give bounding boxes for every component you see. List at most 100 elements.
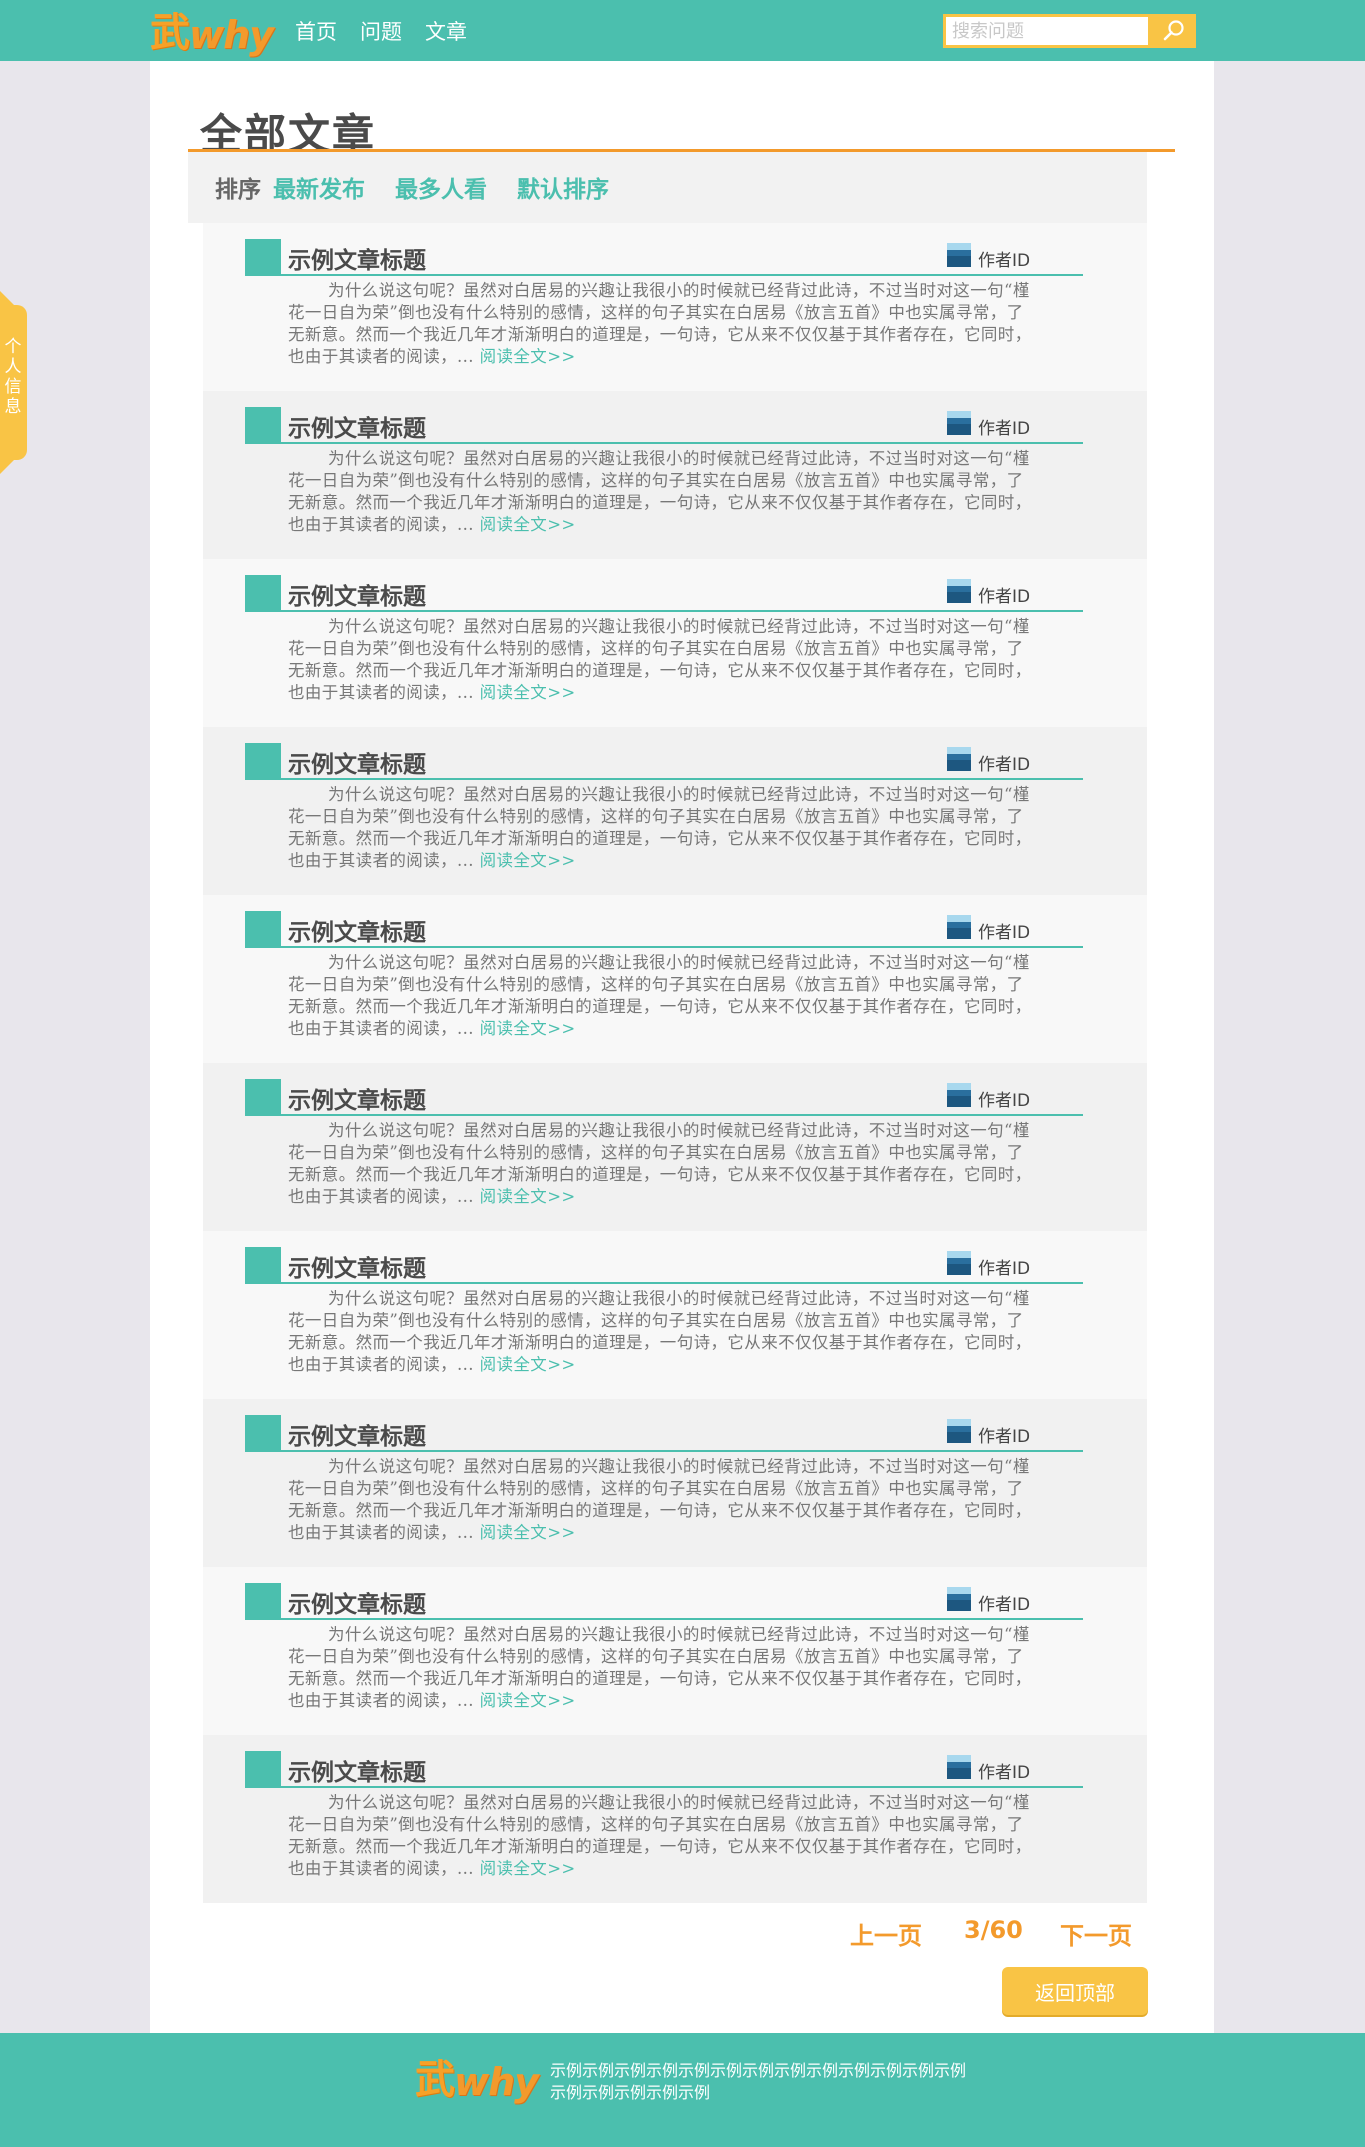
article-marker <box>245 1583 281 1619</box>
article-title[interactable]: 示例文章标题 <box>288 409 426 443</box>
article-marker <box>245 1415 281 1451</box>
read-more-link[interactable]: 阅读全文>> <box>480 1691 576 1710</box>
article-divider <box>245 778 1083 780</box>
nav-articles[interactable]: 文章 <box>425 16 467 46</box>
footer-text: 示例示例示例示例示例示例示例示例示例示例示例示例示例示例示例示例示例示例 <box>550 2061 967 2102</box>
article-title[interactable]: 示例文章标题 <box>288 913 426 947</box>
article-marker <box>245 911 281 947</box>
article-item[interactable]: 示例文章标题 作者ID 为什么说这句呢？虽然对白居易的兴趣让我很小的时候就已经背过此… <box>203 1735 1147 1903</box>
back-to-top-button[interactable]: 返回顶部 <box>1002 1967 1148 2015</box>
article-item[interactable]: 示例文章标题 作者ID 为什么说这句呢？虽然对白居易的兴趣让我很小的时候就已经背过此… <box>203 727 1147 895</box>
author-avatar-icon <box>947 915 971 939</box>
page-indicator: 3/60 <box>964 1916 1023 1944</box>
article-marker <box>245 575 281 611</box>
article-excerpt: 为什么说这句呢？虽然对白居易的兴趣让我很小的时候就已经背过此诗，不过当时对这一句… <box>288 280 1036 368</box>
article-divider <box>245 274 1083 276</box>
article-excerpt-text: 为什么说这句呢？虽然对白居易的兴趣让我很小的时候就已经背过此诗，不过当时对这一句… <box>288 1625 1032 1710</box>
article-title[interactable]: 示例文章标题 <box>288 1417 426 1451</box>
main-nav: 首页 问题 文章 <box>295 0 490 61</box>
author-id[interactable]: 作者ID <box>978 750 1030 775</box>
author-id[interactable]: 作者ID <box>978 1758 1030 1783</box>
author-avatar-icon <box>947 1083 971 1107</box>
author-id[interactable]: 作者ID <box>978 918 1030 943</box>
article-title[interactable]: 示例文章标题 <box>288 745 426 779</box>
article-divider <box>245 946 1083 948</box>
site-logo[interactable]: 武 why <box>150 4 274 58</box>
article-title[interactable]: 示例文章标题 <box>288 241 426 275</box>
read-more-link[interactable]: 阅读全文>> <box>480 683 576 702</box>
article-excerpt: 为什么说这句呢？虽然对白居易的兴趣让我很小的时候就已经背过此诗，不过当时对这一句… <box>288 1792 1036 1880</box>
read-more-link[interactable]: 阅读全文>> <box>480 1019 576 1038</box>
article-excerpt: 为什么说这句呢？虽然对白居易的兴趣让我很小的时候就已经背过此诗，不过当时对这一句… <box>288 616 1036 704</box>
article-item[interactable]: 示例文章标题 作者ID 为什么说这句呢？虽然对白居易的兴趣让我很小的时候就已经背过此… <box>203 559 1147 727</box>
author-avatar-icon <box>947 747 971 771</box>
author-id[interactable]: 作者ID <box>978 1590 1030 1615</box>
personal-info-label: 个人信息 <box>4 337 22 417</box>
article-excerpt: 为什么说这句呢？虽然对白居易的兴趣让我很小的时候就已经背过此诗，不过当时对这一句… <box>288 448 1036 536</box>
read-more-link[interactable]: 阅读全文>> <box>480 515 576 534</box>
article-excerpt-text: 为什么说这句呢？虽然对白居易的兴趣让我很小的时候就已经背过此诗，不过当时对这一句… <box>288 1457 1032 1542</box>
logo-why: why <box>189 13 274 57</box>
author-avatar-icon <box>947 1419 971 1443</box>
author-id[interactable]: 作者ID <box>978 414 1030 439</box>
sort-default[interactable]: 默认排序 <box>517 170 609 204</box>
article-excerpt: 为什么说这句呢？虽然对白居易的兴趣让我很小的时候就已经背过此诗，不过当时对这一句… <box>288 1456 1036 1544</box>
author-avatar-icon <box>947 1587 971 1611</box>
nav-home[interactable]: 首页 <box>295 16 337 46</box>
article-title[interactable]: 示例文章标题 <box>288 1753 426 1787</box>
search-icon <box>1163 20 1184 41</box>
article-divider <box>245 442 1083 444</box>
article-title[interactable]: 示例文章标题 <box>288 1585 426 1619</box>
article-title[interactable]: 示例文章标题 <box>288 1081 426 1115</box>
nav-questions[interactable]: 问题 <box>360 16 402 46</box>
article-item[interactable]: 示例文章标题 作者ID 为什么说这句呢？虽然对白居易的兴趣让我很小的时候就已经背过此… <box>203 1063 1147 1231</box>
search-button[interactable] <box>1151 14 1196 48</box>
article-excerpt: 为什么说这句呢？虽然对白居易的兴趣让我很小的时候就已经背过此诗，不过当时对这一句… <box>288 1288 1036 1376</box>
sort-most-viewed[interactable]: 最多人看 <box>395 170 487 204</box>
article-item[interactable]: 示例文章标题 作者ID 为什么说这句呢？虽然对白居易的兴趣让我很小的时候就已经背过此… <box>203 1567 1147 1735</box>
author-avatar-icon <box>947 579 971 603</box>
sort-bar: 排序 最新发布 最多人看 默认排序 <box>188 152 1147 223</box>
read-more-link[interactable]: 阅读全文>> <box>480 851 576 870</box>
author-avatar-icon <box>947 1251 971 1275</box>
article-marker <box>245 1247 281 1283</box>
article-title[interactable]: 示例文章标题 <box>288 1249 426 1283</box>
author-id[interactable]: 作者ID <box>978 1254 1030 1279</box>
article-item[interactable]: 示例文章标题 作者ID 为什么说这句呢？虽然对白居易的兴趣让我很小的时候就已经背过此… <box>203 391 1147 559</box>
read-more-link[interactable]: 阅读全文>> <box>480 1355 576 1374</box>
article-item[interactable]: 示例文章标题 作者ID 为什么说这句呢？虽然对白居易的兴趣让我很小的时候就已经背过此… <box>203 223 1147 391</box>
footer-logo-why: why <box>454 2060 539 2104</box>
article-excerpt-text: 为什么说这句呢？虽然对白居易的兴趣让我很小的时候就已经背过此诗，不过当时对这一句… <box>288 449 1032 534</box>
article-excerpt: 为什么说这句呢？虽然对白居易的兴趣让我很小的时候就已经背过此诗，不过当时对这一句… <box>288 952 1036 1040</box>
next-page-link[interactable]: 下一页 <box>1060 1916 1132 1951</box>
search-box <box>943 14 1196 48</box>
prev-page-link[interactable]: 上一页 <box>850 1916 922 1951</box>
article-excerpt: 为什么说这句呢？虽然对白居易的兴趣让我很小的时候就已经背过此诗，不过当时对这一句… <box>288 784 1036 872</box>
article-divider <box>245 610 1083 612</box>
logo-wu: 武 <box>150 10 190 56</box>
author-id[interactable]: 作者ID <box>978 1086 1030 1111</box>
read-more-link[interactable]: 阅读全文>> <box>480 1187 576 1206</box>
read-more-link[interactable]: 阅读全文>> <box>480 1523 576 1542</box>
article-item[interactable]: 示例文章标题 作者ID 为什么说这句呢？虽然对白居易的兴趣让我很小的时候就已经背过此… <box>203 895 1147 1063</box>
article-marker <box>245 407 281 443</box>
personal-info-tab[interactable]: 个人信息 <box>0 291 27 474</box>
read-more-link[interactable]: 阅读全文>> <box>480 347 576 366</box>
article-divider <box>245 1450 1083 1452</box>
article-item[interactable]: 示例文章标题 作者ID 为什么说这句呢？虽然对白居易的兴趣让我很小的时候就已经背过此… <box>203 1399 1147 1567</box>
article-excerpt-text: 为什么说这句呢？虽然对白居易的兴趣让我很小的时候就已经背过此诗，不过当时对这一句… <box>288 953 1032 1038</box>
author-id[interactable]: 作者ID <box>978 246 1030 271</box>
article-item[interactable]: 示例文章标题 作者ID 为什么说这句呢？虽然对白居易的兴趣让我很小的时候就已经背过此… <box>203 1231 1147 1399</box>
footer-logo: 武 why <box>415 2053 539 2105</box>
footer-logo-wu: 武 <box>415 2057 455 2103</box>
author-id[interactable]: 作者ID <box>978 1422 1030 1447</box>
article-excerpt-text: 为什么说这句呢？虽然对白居易的兴趣让我很小的时候就已经背过此诗，不过当时对这一句… <box>288 617 1032 702</box>
author-avatar-icon <box>947 1755 971 1779</box>
author-avatar-icon <box>947 243 971 267</box>
search-input[interactable] <box>946 17 1148 45</box>
author-id[interactable]: 作者ID <box>978 582 1030 607</box>
article-marker <box>245 743 281 779</box>
sort-latest[interactable]: 最新发布 <box>273 170 365 204</box>
read-more-link[interactable]: 阅读全文>> <box>480 1859 576 1878</box>
article-title[interactable]: 示例文章标题 <box>288 577 426 611</box>
